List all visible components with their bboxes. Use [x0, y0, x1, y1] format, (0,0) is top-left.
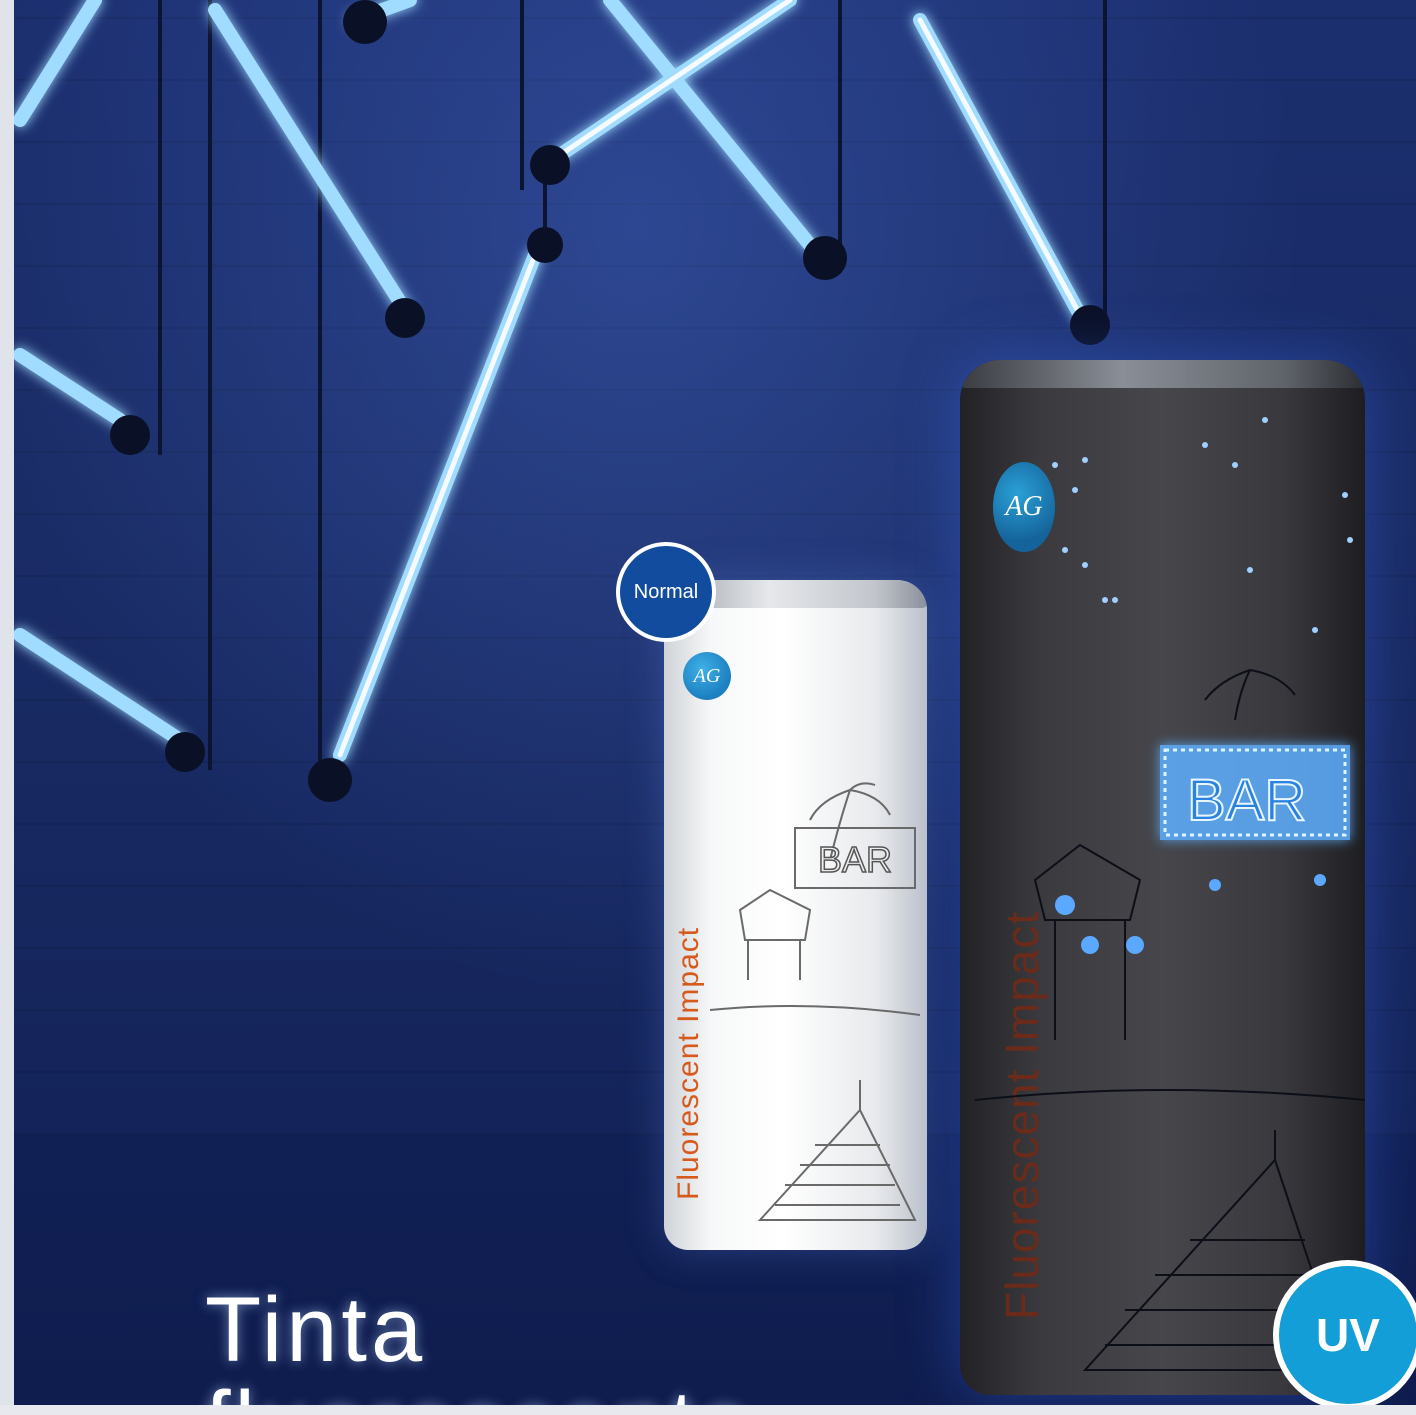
glowing-lamps: [1055, 874, 1326, 954]
normal-badge: Normal: [616, 542, 716, 642]
advert-scene: AG Fluorescent Impact BAR AG Fluorescent…: [0, 0, 1416, 1415]
glowing-stars: [1052, 417, 1353, 633]
bar-sign-normal: BAR: [818, 839, 892, 880]
page-edge-left: [0, 0, 14, 1415]
neon-bar-sign-uv: BAR: [1160, 745, 1350, 840]
page-edge-bottom: [0, 1405, 1416, 1415]
headline: Tinta fluorescente: [205, 1283, 754, 1415]
svg-text:BAR: BAR: [1187, 768, 1306, 833]
beach-bar-illustration-uv: BAR: [974, 417, 1365, 1371]
can-lid: [960, 360, 1365, 388]
beach-bar-illustration-normal: BAR: [709, 782, 921, 1221]
uv-badge: UV: [1273, 1260, 1416, 1410]
ag-logo-normal: AG: [683, 652, 731, 700]
headline-line-1: Tinta: [205, 1279, 427, 1381]
